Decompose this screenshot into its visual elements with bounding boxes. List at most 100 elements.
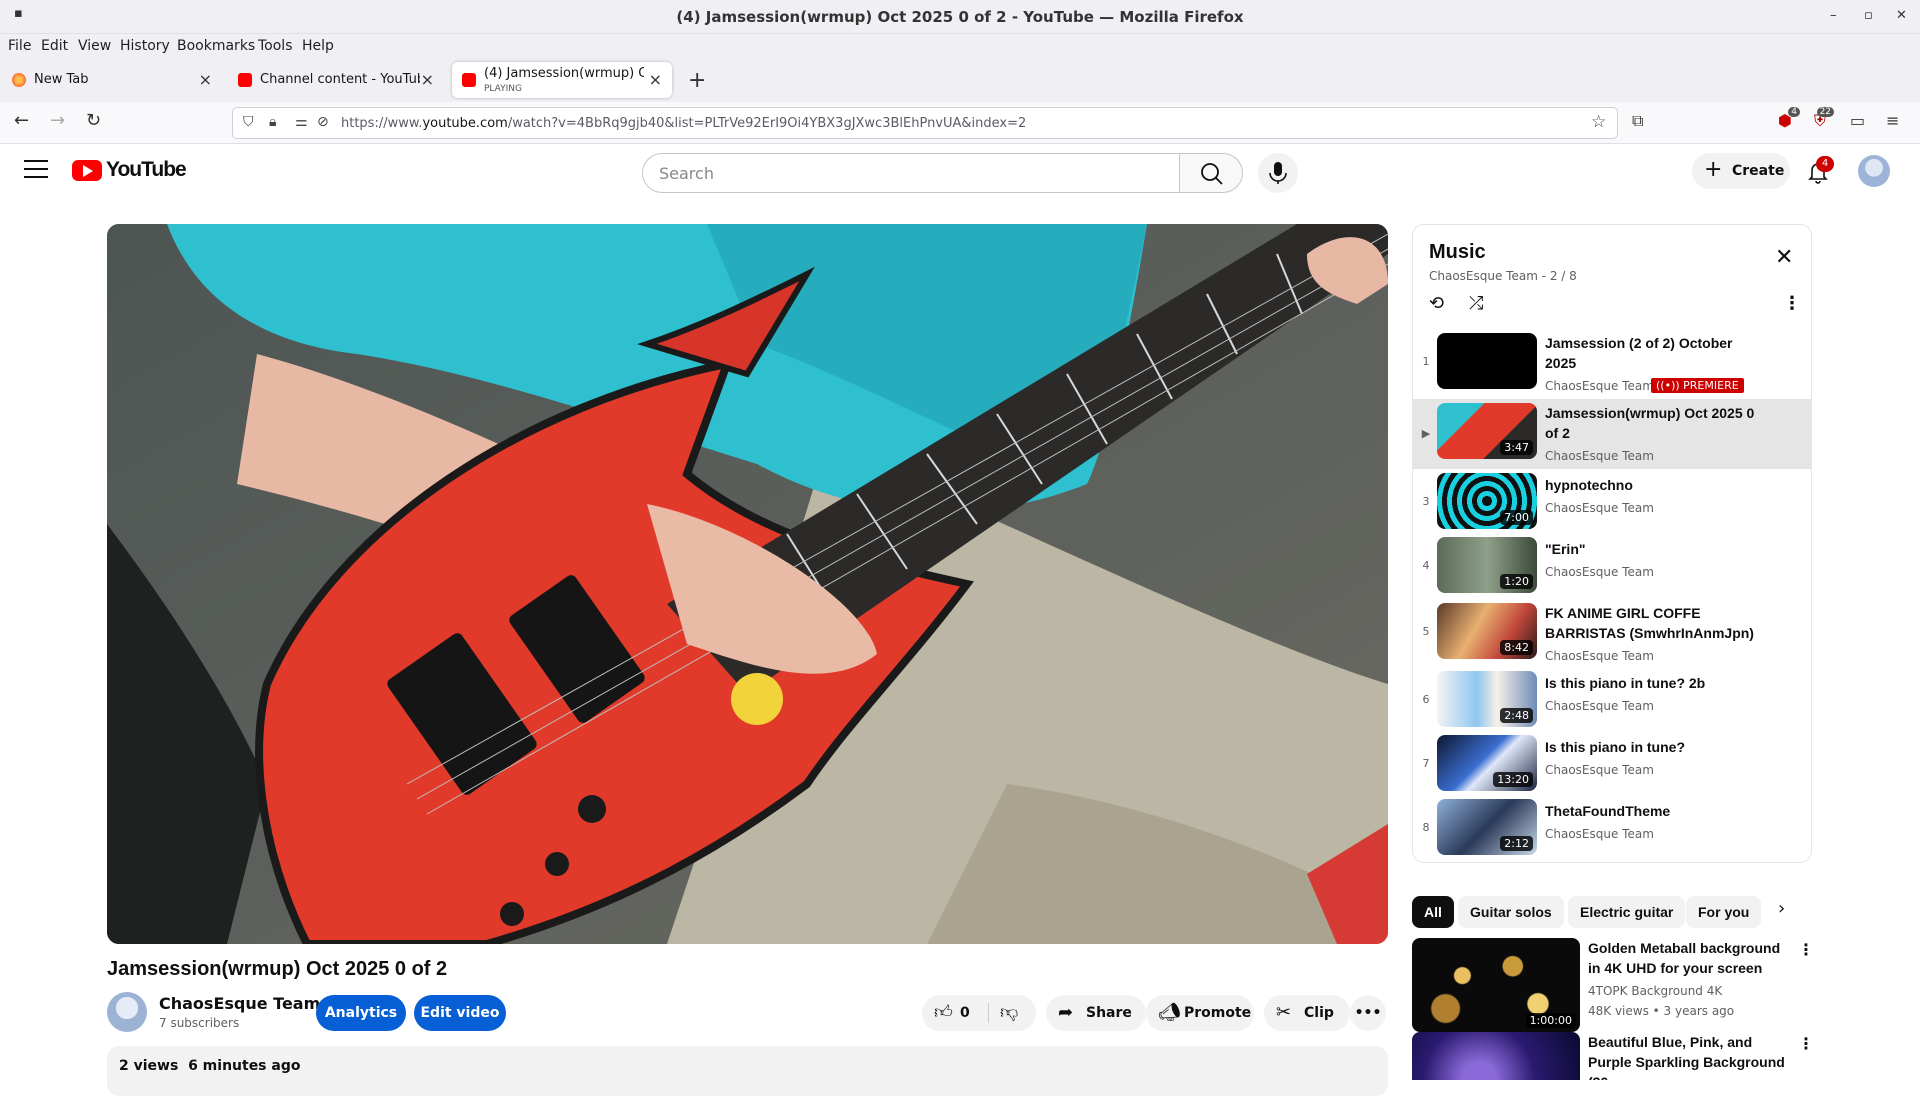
playlist-item[interactable]: 5 8:42 FK ANIME GIRL COFFE BARRISTAS (Sm… — [1413, 599, 1811, 665]
playlist-thumbnail: 2:48 — [1437, 671, 1537, 727]
promote-button[interactable]: 📣︎ Promote — [1146, 995, 1254, 1031]
screenshot-icon[interactable]: ⧉ — [1632, 111, 1643, 131]
tab-label: New Tab — [34, 72, 89, 87]
playlist-item-channel: ChaosEsque Team — [1545, 763, 1654, 777]
more-actions-button[interactable]: ••• — [1350, 995, 1386, 1031]
playlist-item-title: hypnotechno — [1545, 477, 1633, 493]
close-window-icon[interactable]: ✕ — [1896, 8, 1907, 23]
shield-icon[interactable]: ⛉ — [243, 114, 254, 130]
adblock-icon[interactable]: ⬢ 4 — [1778, 107, 1800, 130]
menu-bookmarks[interactable]: Bookmarks — [177, 38, 255, 54]
share-button[interactable]: ➦ Share — [1046, 995, 1146, 1031]
more-horizontal-icon: ••• — [1354, 1005, 1382, 1021]
thumbs-down-icon[interactable]: 👎︎ — [1000, 995, 1018, 1031]
playlist-item[interactable]: 7 13:20 Is this piano in tune? ChaosEsqu… — [1413, 733, 1811, 795]
playlist-item-title: Is this piano in tune? 2b — [1545, 675, 1706, 691]
close-playlist-icon[interactable]: ✕ — [1775, 245, 1793, 270]
url-text[interactable]: https://www.youtube.com/watch?v=4BbRq9gj… — [341, 116, 1026, 131]
playlist-title[interactable]: Music — [1429, 241, 1486, 264]
new-tab-button[interactable]: + — [688, 68, 706, 93]
bookmark-star-icon[interactable]: ☆ — [1591, 112, 1606, 132]
microphone-icon — [1269, 162, 1287, 184]
maximize-icon[interactable]: ▫ — [1864, 8, 1873, 23]
more-vertical-icon[interactable]: ⋮ — [1798, 1034, 1812, 1053]
tab-label: Channel content - YouTube St — [260, 72, 420, 87]
playlist-item-current[interactable]: ▶ 3:47 Jamsession(wrmup) Oct 2025 0 of 2… — [1413, 399, 1811, 469]
chevron-right-icon[interactable]: › — [1778, 898, 1785, 919]
playlist-item[interactable]: 6 2:48 Is this piano in tune? 2b ChaosEs… — [1413, 669, 1811, 731]
video-frame-guitar — [107, 224, 1388, 944]
permissions-icon[interactable]: ⚌ — [295, 114, 308, 130]
menu-tools[interactable]: Tools — [258, 38, 293, 54]
more-vertical-icon[interactable]: ⋮ — [1798, 940, 1814, 959]
voice-search-button[interactable] — [1258, 153, 1298, 193]
like-dislike-group: 👍︎ 0 👎︎ — [922, 995, 1036, 1031]
menu-edit[interactable]: Edit — [41, 38, 68, 54]
recommendation-thumbnail: 1:00:00 — [1412, 938, 1580, 1032]
recommendation-item[interactable]: 1:00:00 Golden Metaball background in 4K… — [1412, 938, 1814, 1032]
recommendation-meta: 48K views • 3 years ago — [1588, 1004, 1735, 1018]
back-icon[interactable]: ← — [14, 110, 29, 131]
guide-menu-icon[interactable] — [24, 160, 48, 178]
duration-badge: 2:48 — [1500, 708, 1533, 723]
tab-channel-content[interactable]: Channel content - YouTube St × — [228, 62, 444, 98]
recommendation-item[interactable]: Beautiful Blue, Pink, and Purple Sparkli… — [1412, 1032, 1812, 1080]
scissors-icon: ✂ — [1276, 1002, 1292, 1023]
playlist-item[interactable]: 3 7:00 hypnotechno ChaosEsque Team — [1413, 471, 1811, 533]
recommendation-thumbnail — [1412, 1032, 1580, 1080]
channel-name[interactable]: ChaosEsque Team — [159, 994, 320, 1013]
create-button[interactable]: + Create — [1692, 153, 1790, 189]
ublock-icon[interactable]: ⛨ 22 — [1814, 107, 1835, 131]
tracking-icon[interactable]: ⊘ — [317, 114, 329, 130]
video-player[interactable] — [107, 224, 1388, 944]
like-divider — [988, 1003, 989, 1023]
loop-icon[interactable]: ⟲ — [1429, 293, 1444, 314]
close-icon[interactable]: × — [199, 70, 212, 89]
search-button[interactable] — [1179, 153, 1243, 193]
playlist-item[interactable]: 8 2:12 ThetaFoundTheme ChaosEsque Team — [1413, 797, 1811, 859]
analytics-button[interactable]: Analytics — [316, 995, 406, 1031]
chip-all[interactable]: All — [1412, 896, 1454, 928]
subscriber-count: 7 subscribers — [159, 1016, 240, 1030]
chip-guitar-solos[interactable]: Guitar solos — [1458, 896, 1564, 928]
duration-badge: 8:42 — [1500, 640, 1533, 655]
close-icon[interactable]: × — [421, 70, 434, 89]
playlist-more-icon[interactable]: ⋮ — [1783, 293, 1801, 314]
playlist-item-channel: ChaosEsque Team — [1545, 827, 1654, 841]
thumbs-up-icon[interactable]: 👍︎ — [934, 995, 953, 1031]
playlist-index: 7 — [1422, 757, 1430, 770]
menu-view[interactable]: View — [78, 38, 111, 54]
playlist-panel: Music ChaosEsque Team - 2 / 8 ✕ ⟲ ⤮ ⋮ 1 … — [1412, 224, 1812, 863]
hamburger-menu-icon[interactable]: ≡ — [1886, 111, 1899, 130]
menu-file[interactable]: File — [8, 38, 31, 54]
tab-new-tab[interactable]: New Tab × — [2, 62, 222, 98]
playlist-index: 4 — [1422, 559, 1430, 572]
folder-icon[interactable]: ▭ — [1850, 111, 1865, 130]
playlist-item[interactable]: 4 1:20 "Erin" ChaosEsque Team — [1413, 535, 1811, 597]
tab-jamsession[interactable]: (4) Jamsession(wrmup) Oct PLAYING × — [452, 62, 672, 98]
like-count: 0 — [960, 1005, 970, 1021]
edit-video-button[interactable]: Edit video — [414, 995, 506, 1031]
minimize-icon[interactable]: – — [1830, 8, 1837, 23]
forward-icon[interactable]: → — [50, 110, 65, 131]
close-icon[interactable]: × — [649, 70, 662, 89]
channel-avatar[interactable] — [107, 992, 147, 1032]
menu-history[interactable]: History — [120, 38, 170, 54]
nav-bar: ← → ↻ ⛉ 🔒︎ ⚌ ⊘ https://www.youtube.com/w… — [0, 102, 1920, 144]
account-avatar[interactable] — [1858, 155, 1890, 187]
playlist-item-title: ThetaFoundTheme — [1545, 803, 1671, 819]
menu-help[interactable]: Help — [302, 38, 334, 54]
lock-icon[interactable]: 🔒︎ — [269, 114, 276, 130]
search-input[interactable]: Search — [642, 153, 1180, 193]
chip-for-you[interactable]: For you — [1686, 896, 1762, 928]
recommendation-title: Beautiful Blue, Pink, and Purple Sparkli… — [1588, 1034, 1785, 1080]
playlist-item[interactable]: 1 Jamsession (2 of 2) October 2025 Chaos… — [1413, 329, 1811, 393]
shuffle-icon[interactable]: ⤮ — [1469, 293, 1483, 314]
chip-electric-guitar[interactable]: Electric guitar — [1568, 896, 1686, 928]
premiere-badge: ((•)) PREMIERE — [1651, 378, 1744, 393]
playlist-item-channel: ChaosEsque Team — [1545, 649, 1654, 663]
reload-icon[interactable]: ↻ — [86, 110, 101, 131]
url-bar[interactable]: ⛉ 🔒︎ ⚌ ⊘ https://www.youtube.com/watch?v… — [232, 107, 1618, 139]
clip-button[interactable]: ✂ Clip — [1264, 995, 1350, 1031]
window-title: (4) Jamsession(wrmup) Oct 2025 0 of 2 - … — [676, 8, 1244, 26]
